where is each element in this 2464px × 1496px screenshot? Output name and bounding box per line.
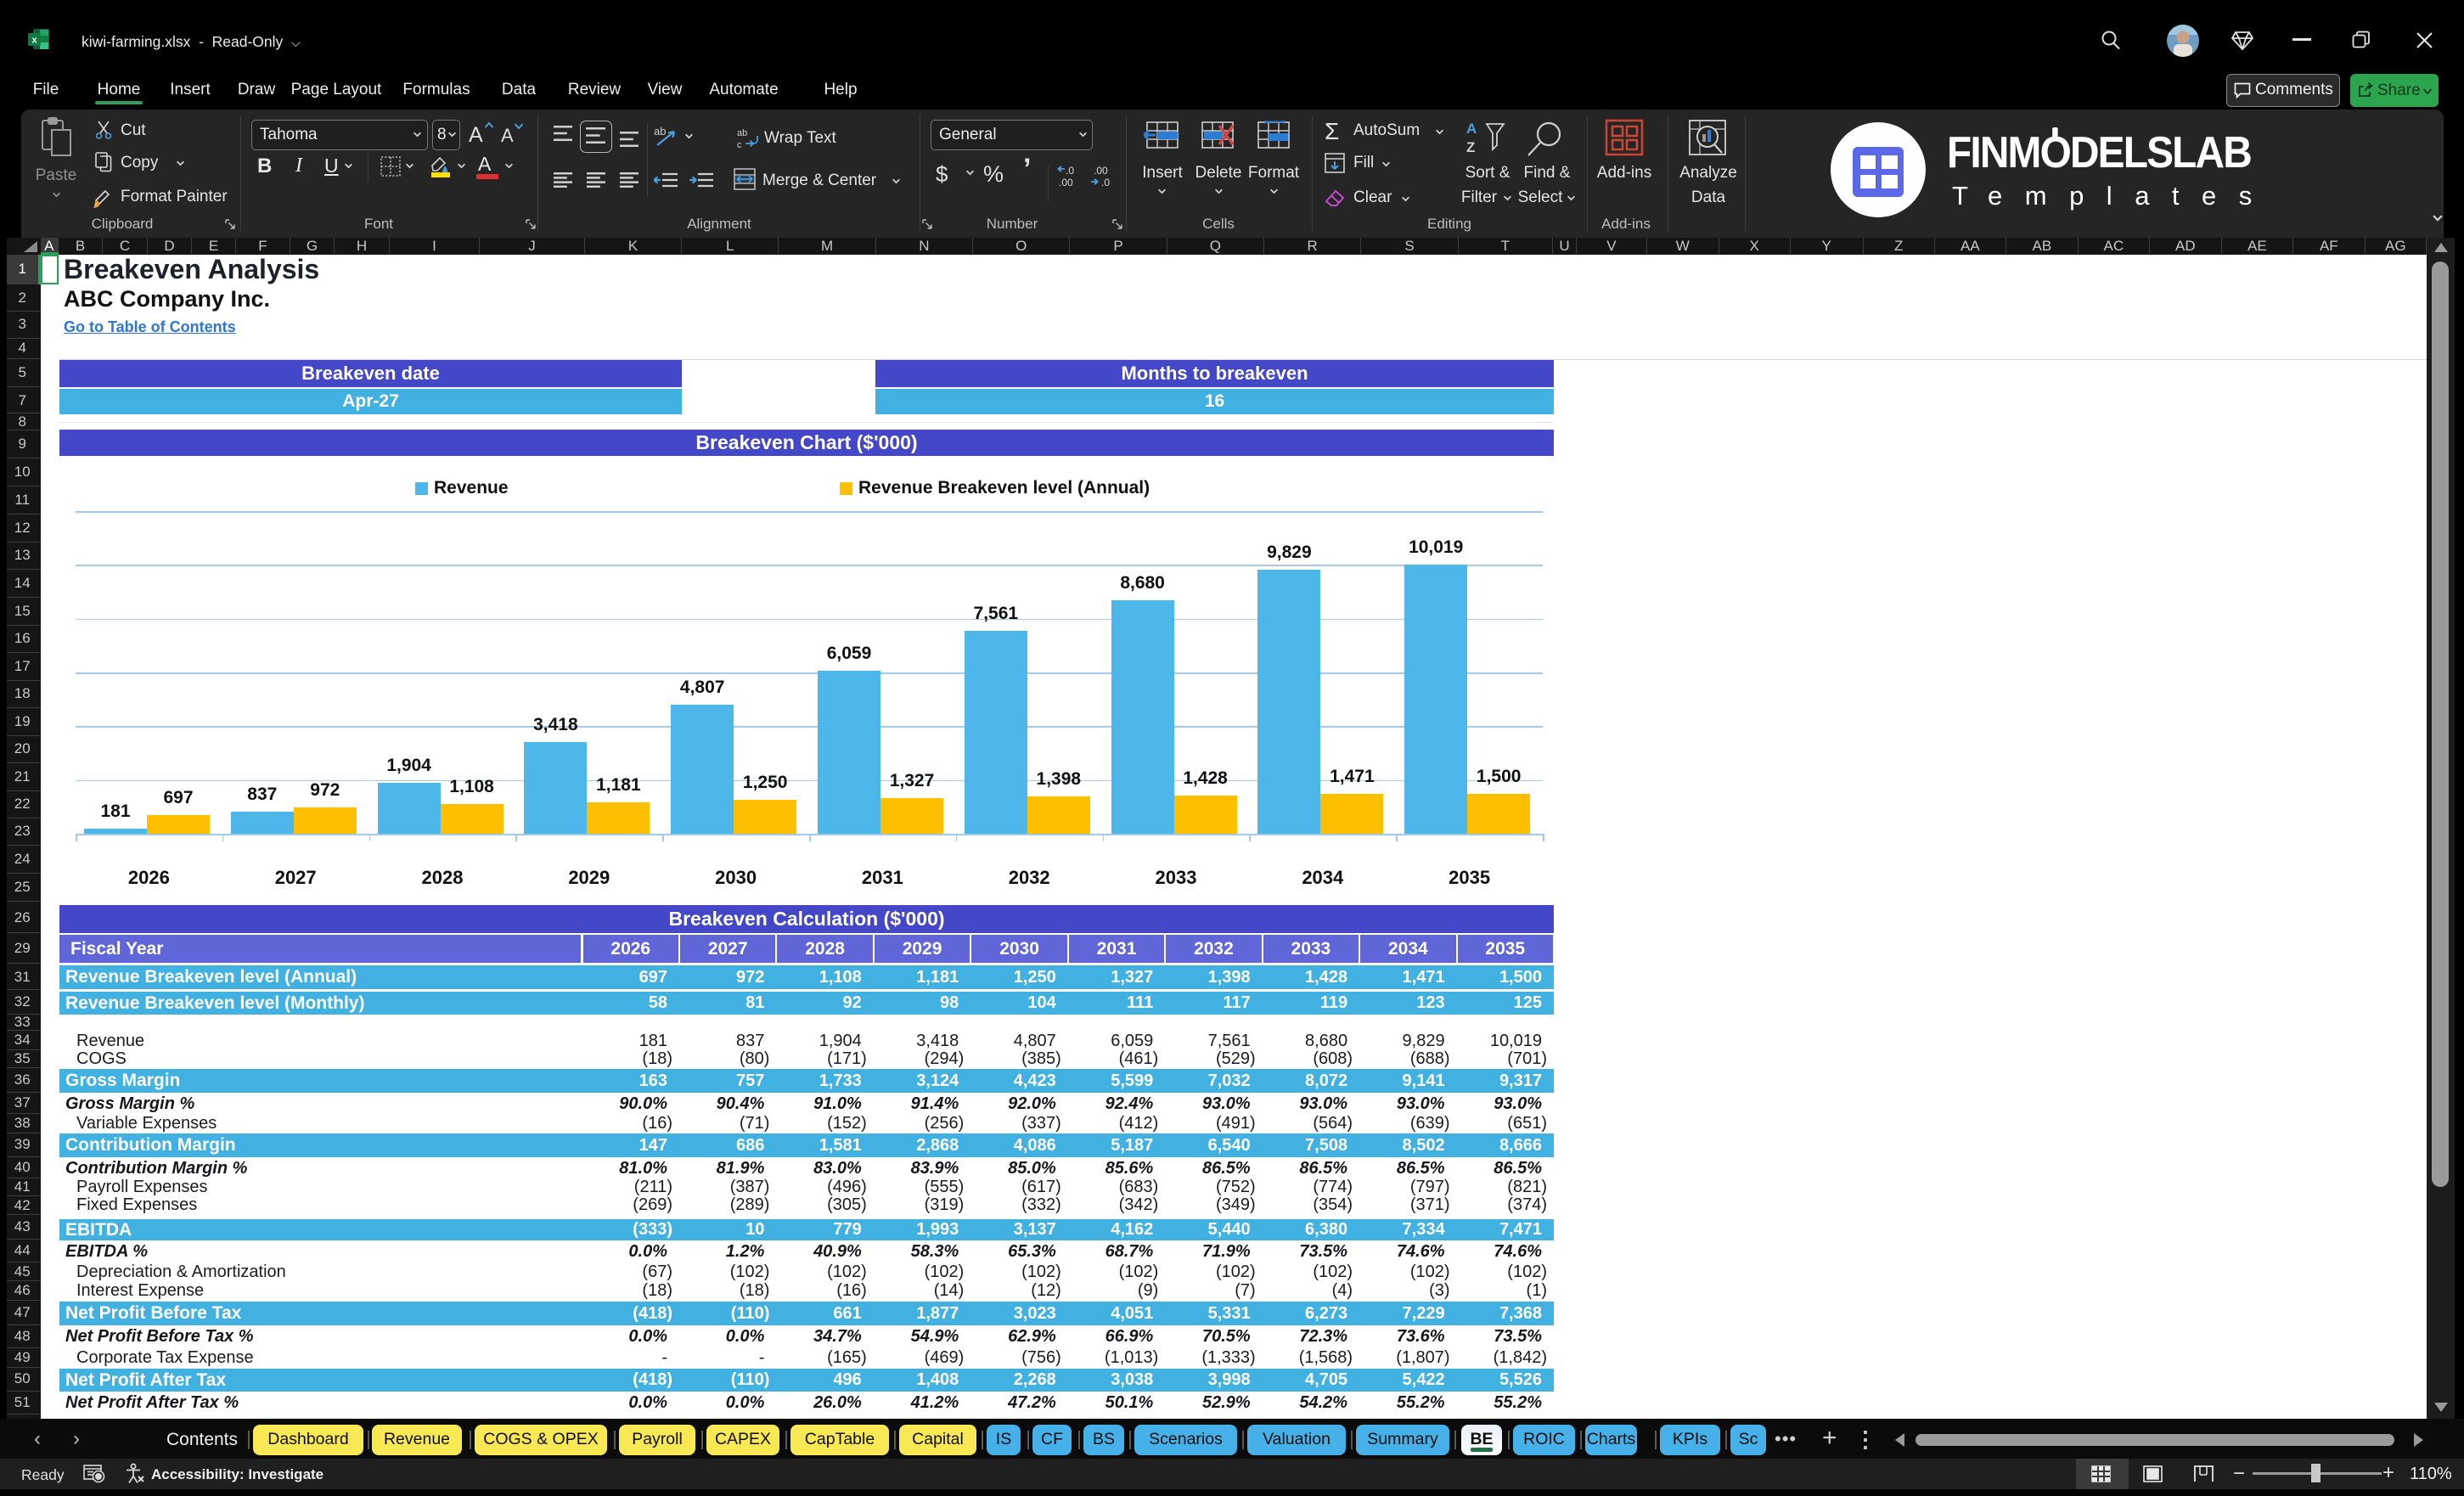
svg-text:.00: .00 xyxy=(1094,165,1108,177)
svg-text:A: A xyxy=(1466,121,1477,137)
svg-text:c: c xyxy=(737,140,742,149)
svg-text:.0: .0 xyxy=(1066,165,1074,177)
svg-text:.0: .0 xyxy=(1101,177,1110,188)
svg-text:Z: Z xyxy=(1466,139,1475,155)
svg-text:ab: ab xyxy=(654,125,666,138)
svg-text:ab: ab xyxy=(737,128,747,138)
svg-text:.00: .00 xyxy=(1059,177,1073,188)
svg-text:x: x xyxy=(31,36,37,46)
